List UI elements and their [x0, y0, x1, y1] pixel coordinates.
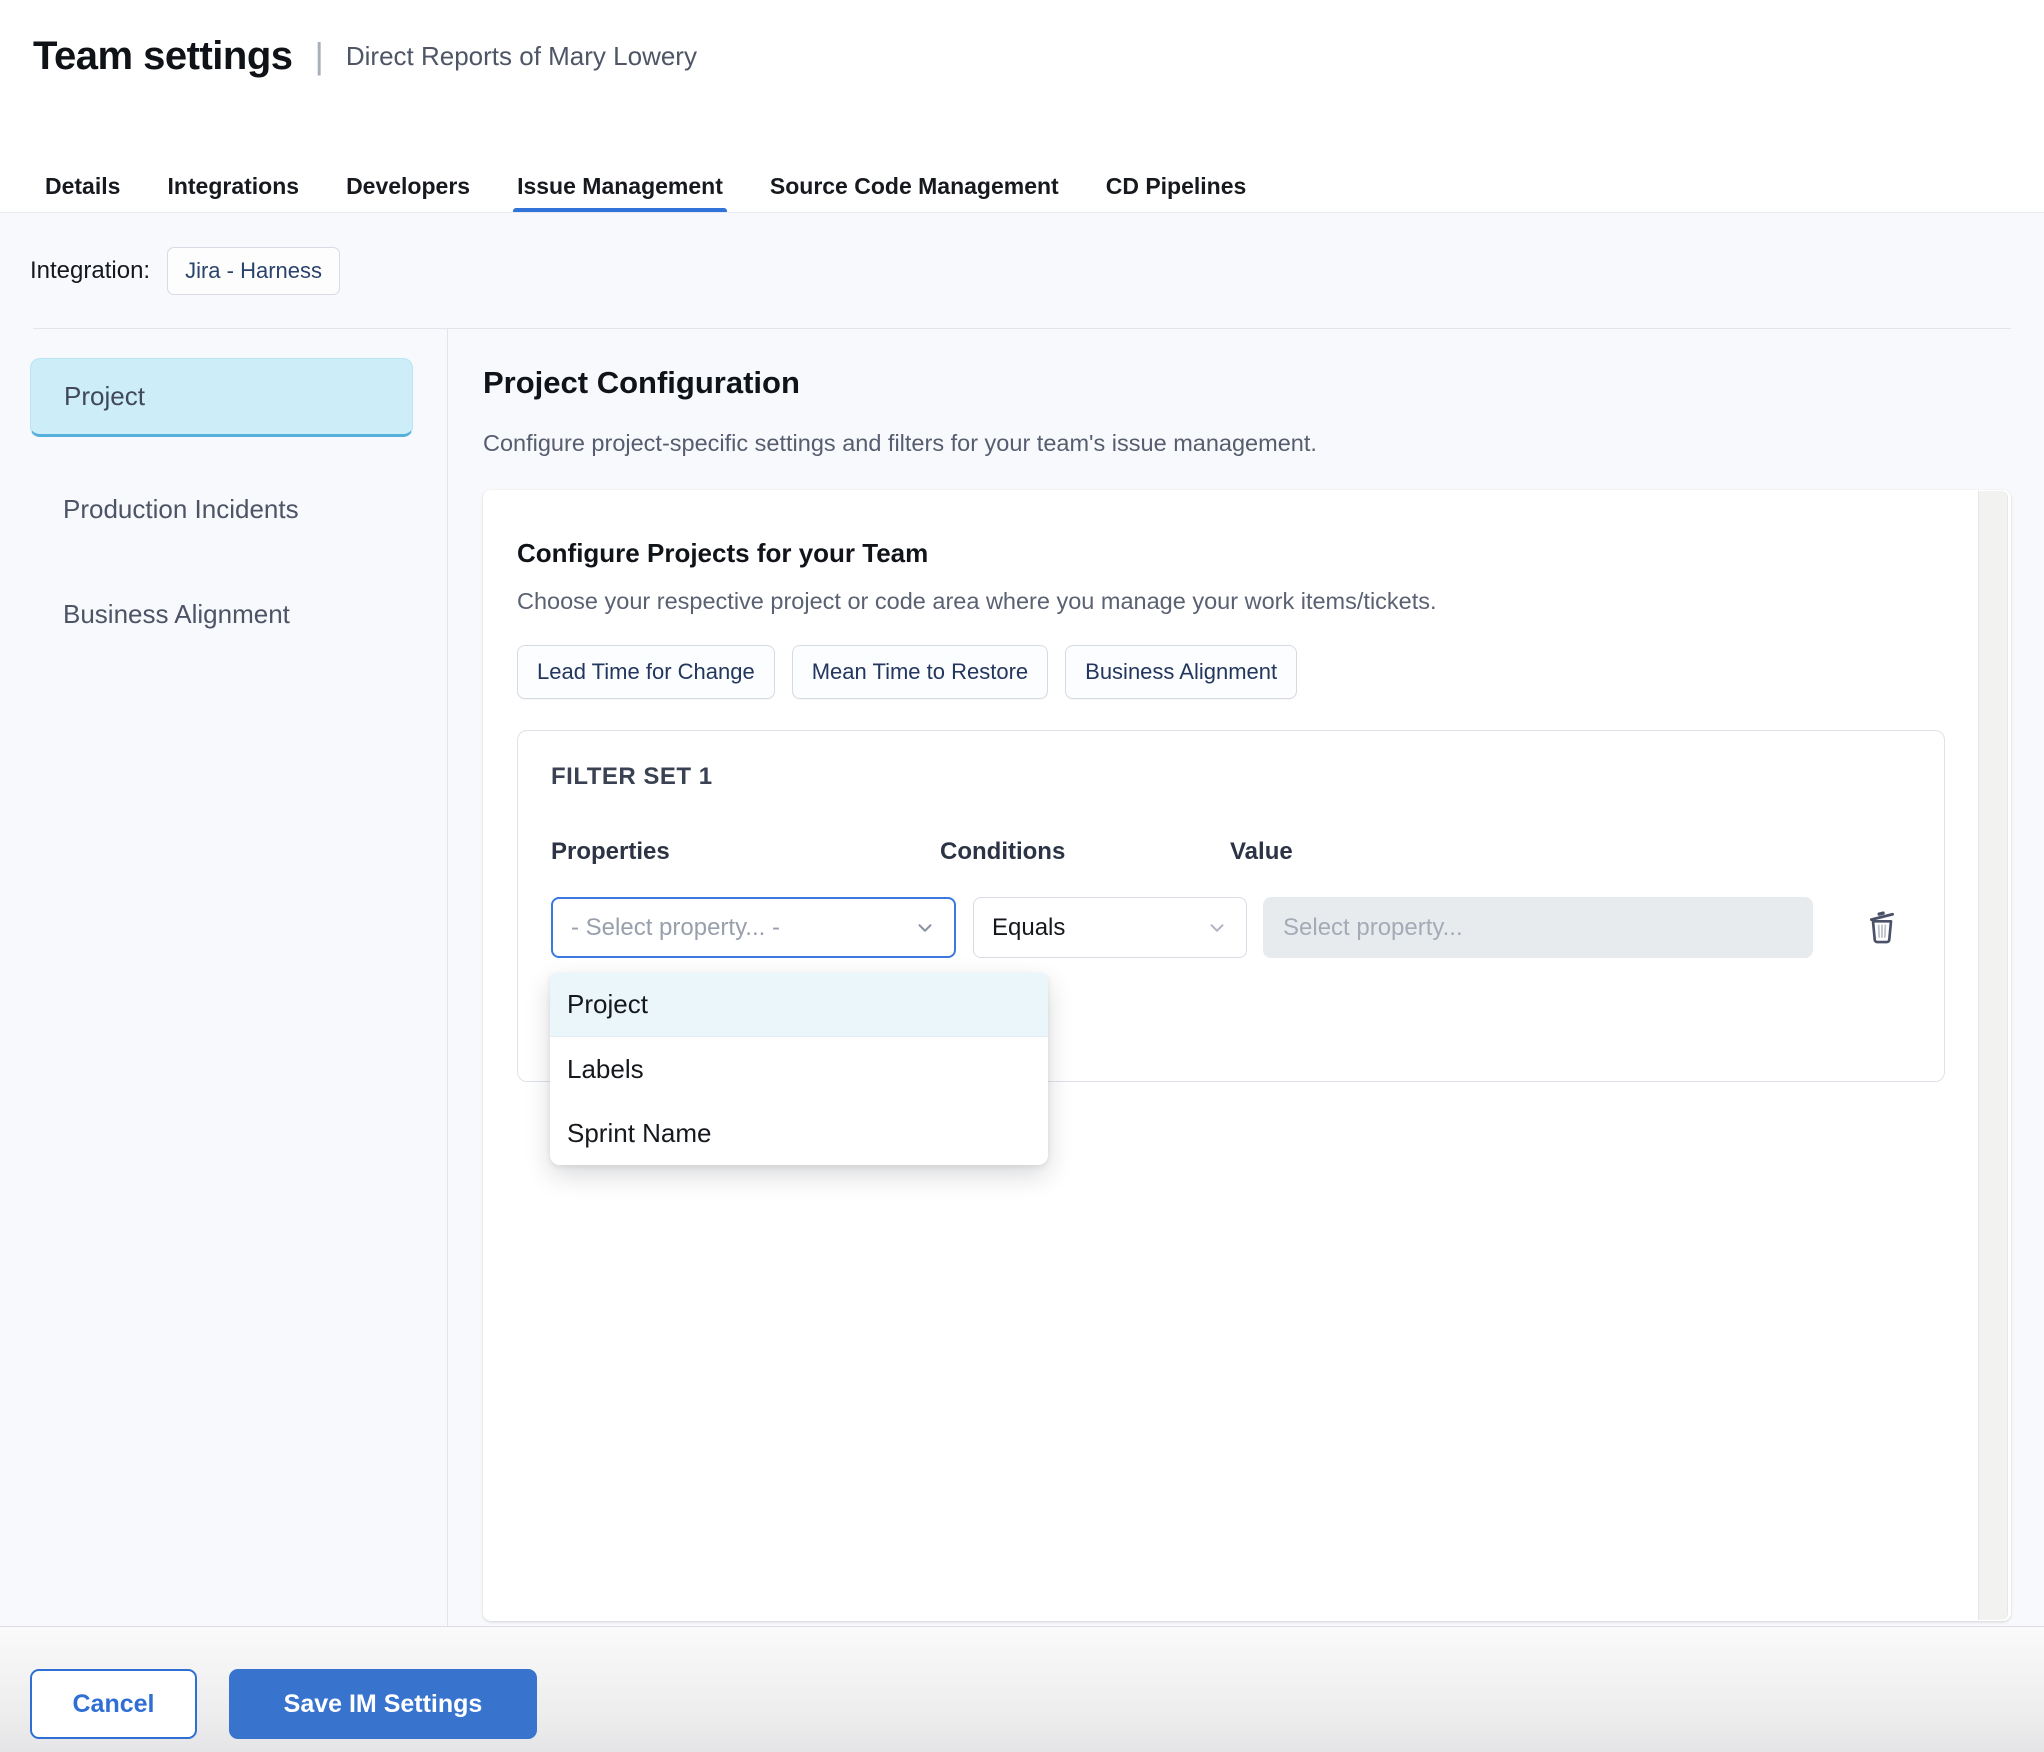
properties-dropdown: Project Labels Sprint Name [550, 973, 1048, 1165]
footer-bar: Cancel Save IM Settings [0, 1626, 2044, 1752]
column-header-value: Value [1230, 838, 1293, 865]
sidebar-item-business-alignment[interactable]: Business Alignment [30, 583, 413, 645]
cancel-button[interactable]: Cancel [30, 1669, 197, 1739]
tab-cd-pipelines[interactable]: CD Pipelines [1106, 160, 1247, 212]
projects-card: Configure Projects for your Team Choose … [483, 490, 2011, 1621]
tab-integrations[interactable]: Integrations [167, 160, 299, 212]
tab-source-code-management[interactable]: Source Code Management [770, 160, 1059, 212]
section-title: Project Configuration [483, 365, 800, 400]
integration-label: Integration: [30, 257, 151, 284]
dropdown-option-project[interactable]: Project [550, 973, 1048, 1037]
sidebar-item-label: Business Alignment [63, 598, 290, 629]
chevron-down-icon [918, 923, 932, 932]
trash-icon [1869, 911, 1895, 944]
conditions-select-value: Equals [992, 913, 1066, 941]
dropdown-option-sprint-name[interactable]: Sprint Name [550, 1101, 1048, 1165]
dropdown-option-labels[interactable]: Labels [550, 1037, 1048, 1101]
card-subtitle: Choose your respective project or code a… [517, 588, 1437, 614]
tab-developers[interactable]: Developers [346, 160, 470, 212]
header: Team settings | Direct Reports of Mary L… [0, 0, 2044, 160]
save-im-settings-button[interactable]: Save IM Settings [229, 1669, 537, 1739]
properties-select[interactable]: - Select property... - [551, 897, 956, 958]
filter-set-title: FILTER SET 1 [551, 763, 713, 790]
sidebar-divider [447, 329, 448, 1626]
chip-mean-time-to-restore[interactable]: Mean Time to Restore [791, 645, 1049, 699]
tab-issue-management[interactable]: Issue Management [513, 160, 727, 212]
integration-chip[interactable]: Jira - Harness [167, 247, 341, 295]
card-title: Configure Projects for your Team [517, 538, 929, 568]
properties-select-placeholder: - Select property... - [571, 913, 780, 941]
title-divider: | [314, 34, 324, 76]
section-subtitle: Configure project-specific settings and … [483, 430, 1317, 456]
sidebar-item-label: Project [64, 381, 145, 411]
tab-bar: Details Integrations Developers Issue Ma… [0, 160, 2044, 213]
header-title-group: Team settings | Direct Reports of Mary L… [33, 34, 697, 79]
horizontal-divider [33, 328, 2011, 329]
tab-details[interactable]: Details [45, 160, 120, 212]
card-scrollbar-track[interactable] [1978, 491, 2008, 1620]
metric-chips-row: Lead Time for Change Mean Time to Restor… [517, 645, 1298, 699]
integration-row: Integration: Jira - Harness [30, 247, 341, 295]
sidebar-item-label: Production Incidents [63, 493, 299, 524]
chip-lead-time-for-change[interactable]: Lead Time for Change [517, 645, 775, 699]
page-title: Team settings [33, 34, 293, 78]
column-header-conditions: Conditions [940, 838, 1066, 865]
sidebar-item-production-incidents[interactable]: Production Incidents [30, 478, 413, 540]
chip-business-alignment[interactable]: Business Alignment [1065, 645, 1298, 699]
conditions-select[interactable]: Equals [973, 897, 1247, 958]
value-input[interactable] [1263, 897, 1813, 958]
delete-filter-button[interactable] [1858, 903, 1906, 951]
column-header-properties: Properties [551, 838, 670, 865]
chevron-down-icon [1210, 923, 1224, 932]
sidebar-item-project[interactable]: Project [30, 358, 413, 437]
page-subtitle: Direct Reports of Mary Lowery [345, 41, 697, 71]
